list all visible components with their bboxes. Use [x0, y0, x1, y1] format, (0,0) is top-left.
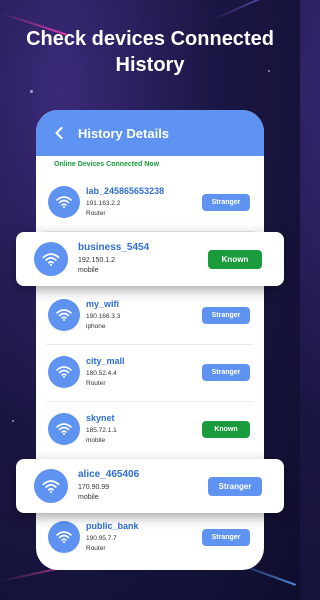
device-ip: 191.163.2.2 [86, 200, 121, 207]
status-badge-stranger[interactable]: Stranger [202, 363, 250, 381]
section-label: Online Devices Connected Now [54, 161, 160, 168]
device-row[interactable]: skynet 185.72.1.1 mobile Known [36, 399, 264, 459]
decorative-streak [209, 0, 293, 22]
device-row[interactable]: public_bank 190.95.7.7 Router Stranger [36, 507, 264, 567]
decorative-dot [30, 90, 33, 93]
device-name: city_mall [86, 356, 125, 366]
wifi-icon [34, 242, 68, 276]
device-type: mobile [78, 267, 99, 274]
device-name: skynet [86, 413, 115, 423]
device-ip: 170.90.99 [78, 484, 110, 491]
headline-line-1: Check devices Connected [26, 28, 274, 50]
wifi-icon [48, 521, 80, 553]
device-ip: 192.150.1.2 [78, 257, 115, 264]
device-name: lab_245865653238 [86, 186, 165, 196]
promo-headline: Check devices Connected History [0, 26, 300, 78]
chevron-left-icon[interactable] [52, 126, 66, 140]
device-type: Router [86, 210, 106, 217]
device-type: Router [86, 545, 106, 552]
device-card-highlighted[interactable]: business_5454 192.150.1.2 mobile Known [16, 232, 284, 286]
wifi-icon [48, 356, 80, 388]
device-ip: 185.72.1.1 [86, 427, 117, 434]
wifi-icon [48, 299, 80, 331]
device-name: alice_465406 [78, 469, 140, 480]
status-badge-stranger[interactable]: Stranger [202, 193, 250, 211]
app-bar: History Details [36, 110, 264, 156]
device-ip: 180.52.4.4 [86, 370, 117, 377]
status-badge-known[interactable]: Known [202, 420, 250, 438]
wifi-icon [48, 413, 80, 445]
device-row[interactable]: my_wifi 190.166.3.3 iphone Stranger [36, 285, 264, 345]
device-card-highlighted[interactable]: alice_465406 170.90.99 mobile Stranger [16, 459, 284, 513]
app-bar-title: History Details [78, 125, 170, 141]
device-name: my_wifi [86, 299, 120, 309]
device-ip: 190.95.7.7 [86, 535, 117, 542]
device-type: Router [86, 380, 106, 387]
wifi-icon [34, 469, 68, 503]
device-row[interactable]: lab_245865653238 191.163.2.2 Router Stra… [36, 172, 264, 232]
device-type: mobile [86, 437, 106, 444]
status-badge-stranger[interactable]: Stranger [202, 528, 250, 546]
status-badge-known[interactable]: Known [208, 250, 262, 269]
device-type: iphone [86, 323, 106, 330]
status-badge-stranger[interactable]: Stranger [208, 477, 262, 496]
device-row[interactable]: city_mall 180.52.4.4 Router Stranger [36, 342, 264, 402]
device-ip: 190.166.3.3 [86, 313, 121, 320]
device-name: business_5454 [78, 242, 150, 253]
device-type: mobile [78, 494, 99, 501]
status-badge-stranger[interactable]: Stranger [202, 306, 250, 324]
device-name: public_bank [86, 521, 139, 531]
decorative-dot [12, 420, 14, 422]
wifi-icon [48, 186, 80, 218]
headline-line-2: History [115, 54, 185, 76]
